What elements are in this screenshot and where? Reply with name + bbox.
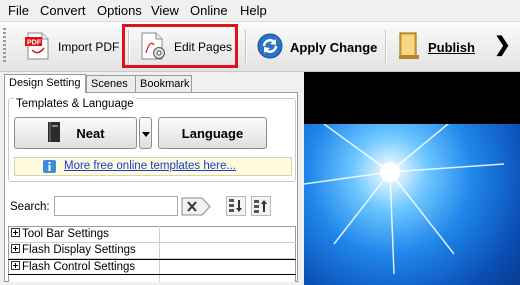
templates-language-title: Templates & Language bbox=[14, 98, 136, 110]
more-templates-link[interactable]: More free online templates here... bbox=[64, 160, 236, 172]
clear-search-icon bbox=[181, 197, 211, 216]
edit-pages-highlight bbox=[122, 24, 238, 68]
import-pdf-label: Import PDF bbox=[58, 40, 120, 54]
sunburst-graphic bbox=[304, 124, 505, 275]
expand-icon bbox=[229, 199, 242, 212]
settings-row-label: Tool Bar Settings bbox=[22, 228, 109, 240]
pdf-icon: PDF bbox=[24, 31, 52, 64]
import-pdf-button[interactable]: PDF Import PDF bbox=[24, 28, 119, 66]
chevron-right-icon[interactable]: ❯ bbox=[494, 32, 511, 57]
toolbar-separator bbox=[385, 30, 387, 64]
book-icon bbox=[46, 121, 62, 146]
tab-design-setting[interactable]: Design Setting bbox=[4, 74, 86, 93]
expand-row-icon[interactable] bbox=[11, 228, 20, 237]
settings-row-label: Flash Display Settings bbox=[22, 244, 136, 256]
expand-row-icon[interactable] bbox=[11, 244, 20, 253]
clear-search-button[interactable] bbox=[181, 197, 211, 216]
settings-row-flash-control[interactable]: Flash Control Settings bbox=[8, 259, 296, 275]
settings-row-toolbar[interactable]: Tool Bar Settings bbox=[8, 227, 296, 243]
menu-view[interactable]: View bbox=[151, 3, 179, 18]
toolbar-grip bbox=[3, 28, 6, 64]
menu-convert[interactable]: Convert bbox=[40, 3, 86, 18]
tab-scenes[interactable]: Scenes bbox=[86, 75, 136, 92]
template-dropdown-button[interactable] bbox=[139, 117, 152, 149]
language-button[interactable]: Language bbox=[158, 117, 267, 149]
publish-text: Publish bbox=[428, 39, 475, 55]
expand-row-icon[interactable] bbox=[11, 261, 20, 270]
menu-options[interactable]: Options bbox=[97, 3, 142, 18]
apply-change-label: Apply Change bbox=[290, 39, 378, 55]
publish-label: Publish bbox=[428, 40, 475, 55]
menu-help[interactable]: Help bbox=[240, 3, 267, 18]
toolbar: PDF Import PDF Edit Pages Apply Change P… bbox=[0, 21, 520, 72]
settings-row-flash-display[interactable]: Flash Display Settings bbox=[8, 243, 296, 259]
apply-change-icon bbox=[256, 32, 284, 63]
svg-text:PDF: PDF bbox=[27, 39, 42, 46]
template-select-button[interactable]: Neat bbox=[14, 117, 137, 149]
publish-button[interactable]: Publish bbox=[396, 28, 475, 66]
tab-bookmark[interactable]: Bookmark bbox=[135, 75, 192, 92]
collapse-all-button[interactable] bbox=[251, 196, 271, 216]
flipbook-preview bbox=[304, 72, 520, 285]
search-input[interactable] bbox=[54, 196, 178, 216]
settings-row-label: Flash Control Settings bbox=[22, 261, 136, 273]
toolbar-separator bbox=[245, 30, 247, 64]
menu-online[interactable]: Online bbox=[190, 3, 228, 18]
collapse-icon bbox=[254, 200, 267, 213]
menu-bar: File Convert Options View Online Help bbox=[0, 0, 520, 21]
publish-icon bbox=[396, 31, 422, 64]
apply-change-button[interactable]: Apply Change bbox=[256, 28, 377, 66]
template-name: Neat bbox=[76, 125, 105, 141]
info-icon bbox=[43, 160, 56, 176]
search-label: Search: bbox=[10, 201, 50, 213]
dropdown-arrow-icon bbox=[141, 126, 150, 141]
expand-all-button[interactable] bbox=[226, 196, 246, 216]
menu-file[interactable]: File bbox=[8, 3, 29, 18]
